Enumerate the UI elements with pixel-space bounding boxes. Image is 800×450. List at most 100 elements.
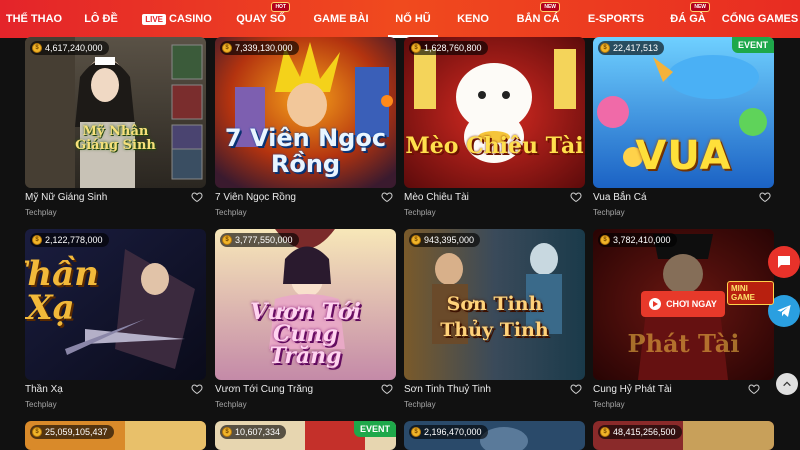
coin-icon: $ (600, 427, 610, 437)
nav-label: LÔ ĐỀ (84, 13, 118, 25)
hot-badge: HOT (271, 2, 290, 12)
jackpot-value: 2,196,470,000 (424, 427, 482, 437)
jackpot-badge: $10,607,334 (220, 425, 287, 439)
heart-icon[interactable] (381, 383, 393, 395)
game-card: $48,415,256,500 (593, 421, 774, 450)
game-thumbnail[interactable]: Sơn Tinh Thủy Tinh $943,395,000 (404, 229, 585, 380)
event-badge: EVENT (353, 421, 396, 437)
game-thumbnail[interactable]: Mỹ Nhân Giáng Sinh $4,617,240,000 (25, 37, 206, 188)
heart-icon[interactable] (191, 383, 203, 395)
game-thumbnail[interactable]: VUA $22,417,513 EVENT (593, 37, 774, 188)
game-thumbnail[interactable]: $2,196,470,000 (404, 421, 585, 450)
nav-item-esports[interactable]: E-SPORTS (576, 0, 656, 38)
coin-icon: $ (32, 427, 42, 437)
game-title[interactable]: Thần Xạ (25, 384, 63, 395)
game-card: Vươn Tới Cung Trăng $3,777,550,000 Vươn … (215, 229, 396, 414)
nav-item-the-thao[interactable]: THỂ THAO (0, 0, 68, 38)
jackpot-badge: $2,196,470,000 (409, 425, 488, 439)
heart-icon[interactable] (570, 383, 582, 395)
jackpot-value: 943,395,000 (424, 235, 475, 245)
play-now-button[interactable]: CHƠI NGAY (641, 291, 725, 317)
game-provider: Techplay (25, 208, 57, 217)
game-title[interactable]: Vua Bắn Cá (593, 192, 647, 203)
scroll-top-button[interactable] (776, 373, 798, 395)
game-card: Sơn Tinh Thủy Tinh $943,395,000 Sơn Tinh… (404, 229, 585, 414)
game-thumbnail[interactable]: Thần Xạ $2,122,778,000 (25, 229, 206, 380)
nav-item-ban-ca[interactable]: NEW BẮN CÁ (500, 0, 576, 38)
event-badge: EVENT (731, 37, 774, 53)
game-title[interactable]: Cung Hỷ Phát Tài (593, 384, 672, 395)
game-card: $2,196,470,000 (404, 421, 585, 450)
game-art (25, 37, 206, 188)
nav-item-quay-so[interactable]: HOT QUAY SỐ (220, 0, 302, 38)
nav-item-cong-games[interactable]: CỔNG GAMES (720, 0, 800, 38)
coin-icon: $ (222, 43, 232, 53)
jackpot-value: 3,777,550,000 (235, 235, 293, 245)
chat-button[interactable] (768, 246, 800, 278)
coin-icon: $ (600, 235, 610, 245)
heart-icon[interactable] (381, 191, 393, 203)
game-provider: Techplay (25, 400, 57, 409)
nav-item-casino[interactable]: LIVE CASINO (134, 0, 220, 38)
game-logo-text: Mỹ Nhân Giáng Sinh (75, 124, 156, 153)
nav-item-lo-de[interactable]: LÔ ĐỀ (68, 0, 134, 38)
jackpot-badge: $3,777,550,000 (220, 233, 299, 247)
game-thumbnail[interactable]: Vươn Tới Cung Trăng $3,777,550,000 (215, 229, 396, 380)
game-card: VUA $22,417,513 EVENT Vua Bắn Cá Techpla… (593, 37, 774, 222)
jackpot-value: 10,607,334 (235, 427, 281, 437)
nav-label: QUAY SỐ (236, 13, 286, 25)
nav-item-da-ga[interactable]: NEW ĐÁ GÀ (656, 0, 720, 38)
game-logo-text: Thần Xạ (25, 254, 99, 328)
game-logo-text: VUA (635, 133, 732, 179)
jackpot-value: 2,122,778,000 (45, 235, 103, 245)
jackpot-badge: $2,122,778,000 (30, 233, 109, 247)
game-card: Mèo Chiêu Tài $1,628,760,800 Mèo Chiêu T… (404, 37, 585, 222)
coin-icon: $ (32, 43, 42, 53)
game-thumbnail[interactable]: $10,607,334 EVENT (215, 421, 396, 450)
nav-item-no-hu[interactable]: NỔ HŨ (380, 0, 446, 38)
heart-icon[interactable] (759, 191, 771, 203)
game-provider: Techplay (404, 400, 436, 409)
heart-icon[interactable] (191, 191, 203, 203)
game-logo-text: Phát Tài (627, 329, 740, 358)
jackpot-value: 48,415,256,500 (613, 427, 676, 437)
nav-item-keno[interactable]: KENO (446, 0, 500, 38)
game-title[interactable]: Mỹ Nữ Giáng Sinh (25, 192, 107, 203)
game-title[interactable]: Sơn Tinh Thuỷ Tinh (404, 384, 491, 395)
jackpot-value: 1,628,760,800 (424, 43, 482, 53)
game-art (404, 37, 585, 188)
game-thumbnail[interactable]: Mèo Chiêu Tài $1,628,760,800 (404, 37, 585, 188)
game-provider: Techplay (215, 208, 247, 217)
game-title[interactable]: Mèo Chiêu Tài (404, 192, 469, 203)
nav-label: ĐÁ GÀ (670, 13, 706, 25)
jackpot-value: 7,339,130,000 (235, 43, 293, 53)
coin-icon: $ (32, 235, 42, 245)
coin-icon: $ (222, 235, 232, 245)
jackpot-badge: $25,059,105,437 (30, 425, 114, 439)
jackpot-value: 4,617,240,000 (45, 43, 103, 53)
jackpot-badge: $4,617,240,000 (30, 41, 109, 55)
game-card: Phát Tài MINI GAME $3,782,410,000 CHƠI N… (593, 229, 774, 414)
nav-item-game-bai[interactable]: GAME BÀI (302, 0, 380, 38)
live-badge: LIVE (142, 13, 166, 25)
game-logo-text: Vươn Tới Cung Trăng (250, 299, 361, 369)
game-logo-text: Sơn Tinh Thủy Tinh (440, 293, 549, 341)
heart-icon[interactable] (748, 383, 760, 395)
game-thumbnail[interactable]: Phát Tài MINI GAME $3,782,410,000 CHƠI N… (593, 229, 774, 380)
game-title[interactable]: Vươn Tới Cung Trăng (215, 384, 313, 395)
game-title[interactable]: 7 Viên Ngọc Rồng (215, 192, 296, 203)
nav-label: BẮN CÁ (516, 13, 560, 25)
heart-icon[interactable] (570, 191, 582, 203)
game-thumbnail[interactable]: $25,059,105,437 (25, 421, 206, 450)
nav-label: CỔNG GAMES (721, 13, 799, 25)
game-provider: Techplay (593, 400, 625, 409)
game-card: Thần Xạ $2,122,778,000 Thần Xạ Techplay (25, 229, 206, 414)
game-thumbnail[interactable]: $48,415,256,500 (593, 421, 774, 450)
mini-game-badge: MINI GAME (727, 281, 774, 305)
coin-icon: $ (411, 427, 421, 437)
jackpot-badge: $1,628,760,800 (409, 41, 488, 55)
chat-icon (778, 256, 790, 268)
play-icon (649, 298, 662, 310)
game-thumbnail[interactable]: 7 Viên Ngọc Rồng $7,339,130,000 (215, 37, 396, 188)
nav-label: GAME BÀI (313, 13, 369, 25)
